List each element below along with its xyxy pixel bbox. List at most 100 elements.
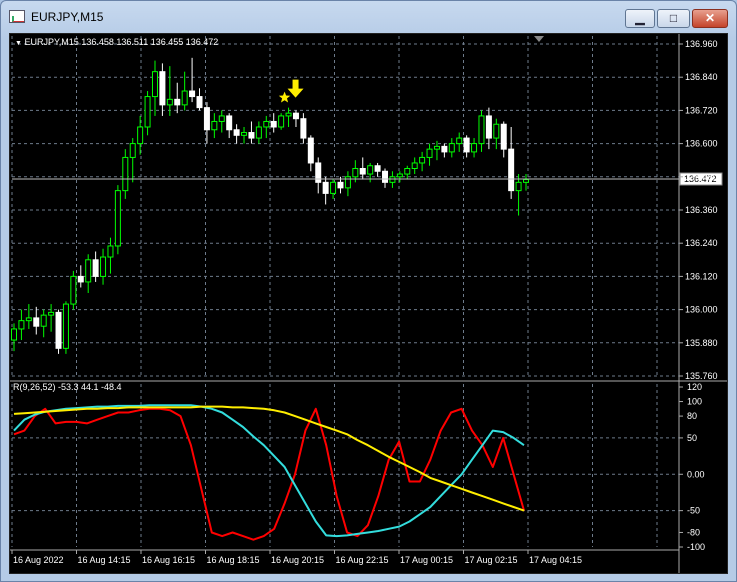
candle-body xyxy=(122,156,129,192)
candle-body xyxy=(129,143,136,158)
candle-body xyxy=(174,98,181,106)
price-tick-label: 136.480 xyxy=(685,172,718,182)
time-tick-label: 17 Aug 00:15 xyxy=(400,555,453,565)
price-tick-label: 136.360 xyxy=(685,205,718,215)
candle-body xyxy=(255,126,262,139)
osc-tick-label: -100 xyxy=(687,542,705,552)
candle-body xyxy=(322,181,329,194)
candle-body xyxy=(508,148,515,192)
osc-tick-label: 80 xyxy=(687,411,697,421)
candle-body xyxy=(523,179,529,183)
candle-body xyxy=(151,71,158,98)
candle-body xyxy=(70,275,77,305)
close-icon: ✕ xyxy=(704,11,716,25)
candle-body xyxy=(330,181,337,194)
candle-body xyxy=(11,328,17,341)
candle-body xyxy=(337,181,344,189)
candle-body xyxy=(33,317,40,327)
candle-body xyxy=(226,115,233,131)
candle-body xyxy=(144,96,151,128)
candle-body xyxy=(189,90,196,98)
osc-tick-label: 100 xyxy=(687,397,702,407)
candle-body xyxy=(396,173,403,178)
candle-body xyxy=(18,320,25,330)
price-tick-label: 135.880 xyxy=(685,338,718,348)
oscillator-series-2 xyxy=(13,404,525,538)
candle-body xyxy=(300,118,307,139)
title-bar[interactable]: EURJPY,M15 ▁ □ ✕ xyxy=(1,1,736,31)
candle-body xyxy=(374,165,381,172)
candle-body xyxy=(382,170,389,183)
candle-body xyxy=(389,176,396,183)
candle-body xyxy=(485,115,492,139)
candle-body xyxy=(218,115,225,122)
price-tick-label: 136.000 xyxy=(685,305,718,315)
price-tick-label: 136.840 xyxy=(685,72,718,82)
candle-body xyxy=(478,115,485,145)
candle-body xyxy=(515,181,522,192)
price-tick-label: 136.120 xyxy=(685,271,718,281)
candle-body xyxy=(278,115,285,128)
candle-body xyxy=(241,132,248,136)
dropdown-triangle-icon[interactable]: ▼ xyxy=(15,40,22,47)
candle-body xyxy=(25,317,32,322)
osc-tick-label: 0.00 xyxy=(687,469,705,479)
candle-body xyxy=(203,107,210,131)
chart-canvas[interactable]: 136.472 136.960136.840136.720136.600136.… xyxy=(10,34,727,573)
minimize-button[interactable]: ▁ xyxy=(625,9,655,28)
oscillator-lines xyxy=(13,404,525,541)
osc-tick-label: 120 xyxy=(687,382,702,392)
candle-body xyxy=(100,256,107,277)
candle-body xyxy=(233,129,240,136)
maximize-icon: □ xyxy=(669,11,678,25)
window-title: EURJPY,M15 xyxy=(31,10,104,24)
star-icon xyxy=(278,91,291,103)
candle-body xyxy=(166,98,173,106)
chart-header: ▼ EURJPY,M15 136.458 136.511 136.455 136… xyxy=(15,37,218,47)
candle-body xyxy=(493,123,500,139)
candle-body xyxy=(471,143,478,153)
price-tick-label: 136.600 xyxy=(685,139,718,149)
candle-body xyxy=(456,137,463,145)
candle-body xyxy=(500,123,507,150)
candle-body xyxy=(367,165,374,175)
time-tick-label: 17 Aug 02:15 xyxy=(465,555,518,565)
down-arrow-icon xyxy=(287,79,304,98)
chart-shift-icon xyxy=(534,36,544,42)
time-tick-label: 16 Aug 2022 xyxy=(13,555,64,565)
candle-body xyxy=(433,145,440,150)
time-tick-label: 16 Aug 22:15 xyxy=(336,555,389,565)
candle-body xyxy=(448,143,455,153)
candle-body xyxy=(107,245,114,258)
time-tick-label: 16 Aug 16:15 xyxy=(142,555,195,565)
candle-body xyxy=(181,90,188,106)
candle-body xyxy=(40,314,47,327)
app-chart-icon[interactable] xyxy=(9,10,25,23)
maximize-button[interactable]: □ xyxy=(657,9,690,28)
candle-body xyxy=(344,176,351,189)
price-tick-label: 136.960 xyxy=(685,39,718,49)
candle-body xyxy=(292,112,299,120)
grid xyxy=(10,34,727,573)
candle-body xyxy=(426,148,433,158)
candle-body xyxy=(92,259,99,277)
time-tick-label: 17 Aug 04:15 xyxy=(529,555,582,565)
candle-body xyxy=(211,120,218,131)
time-tick-label: 16 Aug 14:15 xyxy=(78,555,131,565)
candle-body xyxy=(419,156,426,164)
chart-client-area[interactable]: 136.472 136.960 136.840 136.720 136.600 136.… xyxy=(9,33,728,574)
symbol-ohlc-text: EURJPY,M15 136.458 136.511 136.455 136.4… xyxy=(24,37,219,47)
candle-body xyxy=(248,132,255,139)
candle-body xyxy=(55,311,62,349)
price-tick-label: 136.720 xyxy=(685,105,718,115)
time-tick-label: 16 Aug 18:15 xyxy=(207,555,260,565)
close-button[interactable]: ✕ xyxy=(692,9,728,28)
axes: 136.960 136.840 136.720 136.600 136.480 136.3… xyxy=(11,39,718,565)
terminal-window: EURJPY,M15 ▁ □ ✕ 136.472 136.960 136.840 1… xyxy=(0,0,737,582)
candle-body xyxy=(62,303,69,349)
candle-body xyxy=(463,137,470,153)
price-tick-label: 136.240 xyxy=(685,238,718,248)
candle-body xyxy=(114,190,121,247)
candle-body xyxy=(285,112,292,117)
candle-body xyxy=(352,168,359,178)
